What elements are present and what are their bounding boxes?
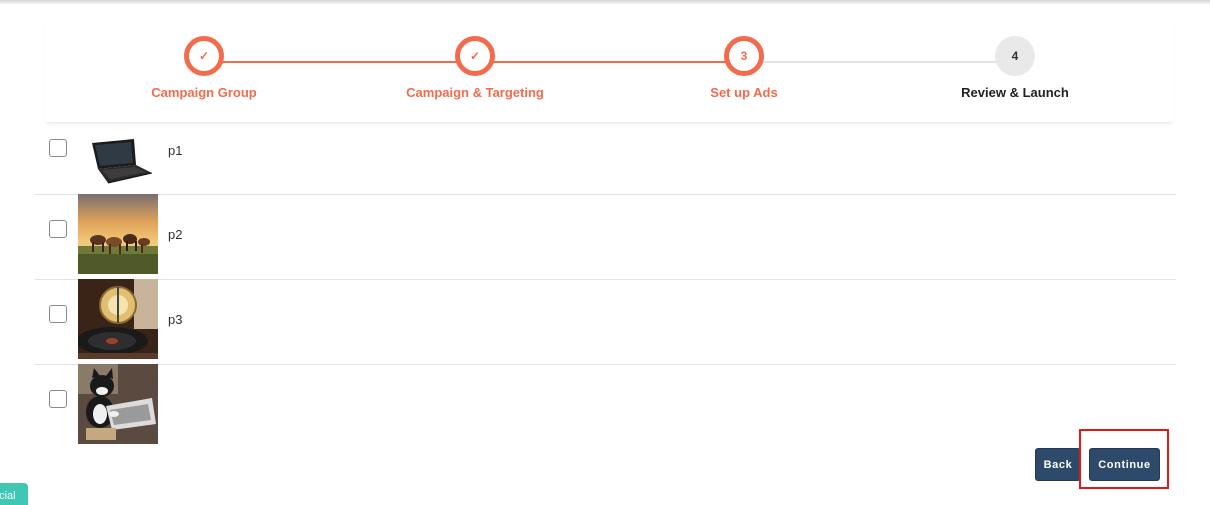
back-button[interactable]: Back [1035, 448, 1081, 481]
step-campaign-targeting[interactable]: ✓ Campaign & Targeting [375, 36, 575, 100]
list-item: p3 [35, 279, 1176, 365]
step-label: Campaign Group [151, 85, 257, 100]
list-item: p1 [35, 109, 1176, 195]
check-icon: ✓ [455, 36, 495, 76]
step-review-launch[interactable]: 4 Review & Launch [915, 36, 1115, 100]
cat-typing-image [78, 364, 158, 444]
check-icon: ✓ [184, 36, 224, 76]
step-set-up-ads[interactable]: 3 Set up Ads [644, 36, 844, 100]
continue-button[interactable]: Continue [1089, 448, 1160, 481]
step-label: Campaign & Targeting [406, 85, 544, 100]
top-border [0, 0, 1210, 4]
social-tab[interactable]: ocial [0, 483, 28, 505]
step-number: 3 [724, 36, 764, 76]
step-campaign-group[interactable]: ✓ Campaign Group [104, 36, 304, 100]
list-item [35, 364, 1176, 449]
list-item: p2 [35, 194, 1176, 280]
step-label: Set up Ads [710, 85, 778, 100]
ad-name: p2 [168, 227, 183, 242]
ads-list[interactable]: p1 p2 p3 [35, 109, 1176, 449]
progress-stepper: ✓ Campaign Group ✓ Campaign & Targeting … [44, 20, 1174, 122]
ad-name: p1 [168, 143, 183, 158]
ad-checkbox[interactable] [49, 390, 67, 408]
laptop-image [78, 139, 158, 185]
step-label: Review & Launch [961, 85, 1069, 100]
ad-checkbox[interactable] [49, 305, 67, 323]
ad-checkbox[interactable] [49, 139, 67, 157]
record-player-image [78, 279, 158, 359]
step-number: 4 [995, 36, 1035, 76]
ad-checkbox[interactable] [49, 220, 67, 238]
ad-name: p3 [168, 312, 183, 327]
horses-image [78, 194, 158, 274]
